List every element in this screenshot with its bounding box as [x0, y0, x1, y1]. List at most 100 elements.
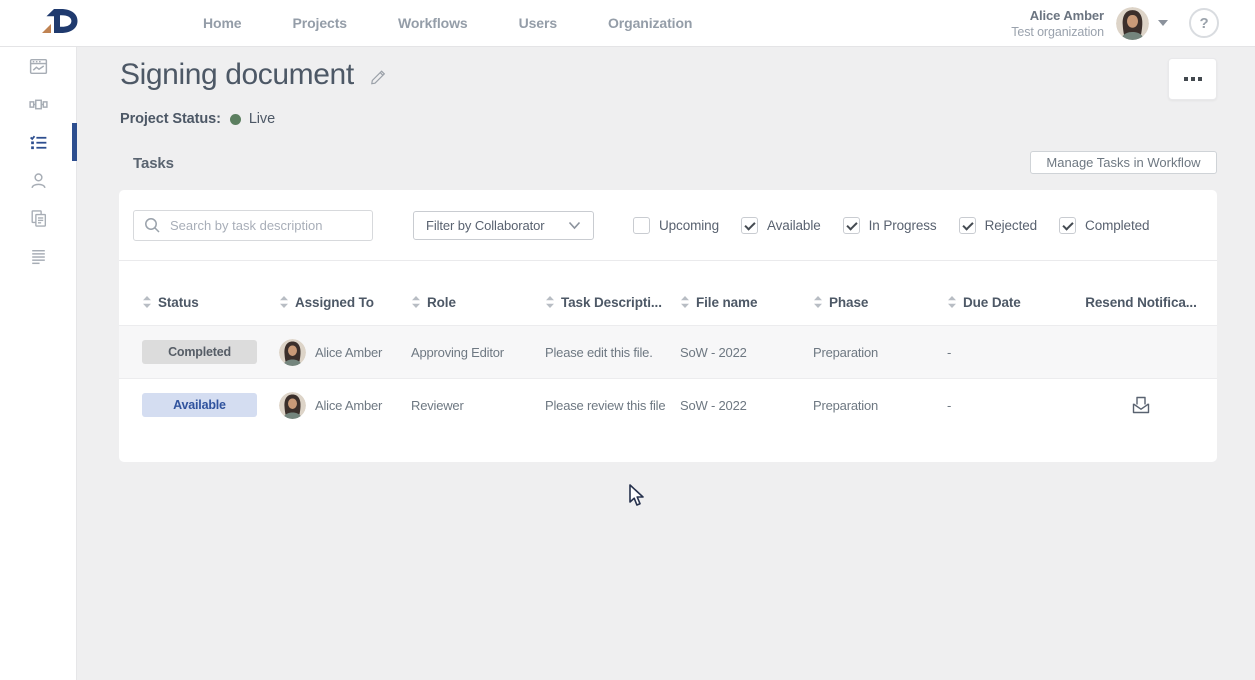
manage-tasks-button[interactable]: Manage Tasks in Workflow — [1030, 151, 1217, 174]
edit-title-icon[interactable] — [369, 68, 387, 86]
file-name-cell: SoW - 2022 — [665, 326, 800, 378]
top-bar: Home Projects Workflows Users Organization A… — [0, 0, 1255, 47]
sidebar-item-documents[interactable] — [0, 199, 76, 237]
project-status-row: Project Status: Live — [120, 111, 275, 127]
nav-item-home[interactable]: Home — [203, 15, 242, 31]
logo-icon — [34, 6, 86, 40]
page-title-row: Signing document — [120, 58, 387, 92]
filter-checkbox-completed[interactable]: Completed — [1059, 217, 1149, 234]
sidebar-item-users[interactable] — [0, 161, 76, 199]
column-header-label: Resend Notifica... — [1085, 295, 1196, 310]
task-description-cell: Please edit this file. — [530, 326, 665, 378]
filter-checkbox-rejected[interactable]: Rejected — [959, 217, 1037, 234]
resend-notification-icon[interactable] — [1130, 394, 1152, 416]
phase-cell: Preparation — [800, 379, 932, 431]
user-name: Alice Amber — [1011, 8, 1104, 23]
chevron-down-icon[interactable] — [1158, 20, 1168, 26]
sidebar-item-logs[interactable] — [0, 237, 76, 275]
sort-icon[interactable] — [947, 295, 957, 309]
due-date-cell: - — [932, 326, 1065, 378]
filter-checkbox-available[interactable]: Available — [741, 217, 821, 234]
filter-checkbox-label: In Progress — [869, 218, 937, 233]
filter-checkbox-label: Available — [767, 218, 821, 233]
list-icon — [28, 246, 49, 267]
mouse-cursor — [624, 483, 646, 512]
checkbox-checked-icon[interactable] — [959, 217, 976, 234]
column-header-phase[interactable]: Phase — [800, 295, 932, 310]
chevron-down-icon — [568, 221, 581, 230]
status-dot-icon — [230, 114, 241, 125]
status-cell: Completed — [119, 326, 265, 378]
workflow-icon — [28, 94, 49, 115]
column-header-label: Status — [158, 295, 199, 310]
task-search-input[interactable] — [168, 217, 362, 234]
nav-item-users[interactable]: Users — [519, 15, 557, 31]
assigned-to-cell: Alice Amber — [265, 326, 400, 378]
filter-row: Filter by Collaborator Upcoming Available… — [119, 190, 1217, 261]
column-header-status[interactable]: Status — [119, 295, 265, 310]
top-nav: Home Projects Workflows Users Organization — [203, 15, 692, 31]
assignee-name: Alice Amber — [315, 398, 382, 413]
checkbox-unchecked-icon[interactable] — [633, 217, 650, 234]
table-row: Completed Alice Amber Approving EditorPlea… — [119, 325, 1217, 378]
user-area: Alice Amber Test organization ? — [1011, 7, 1219, 40]
resend-notification-cell — [1065, 326, 1217, 378]
checkbox-checked-icon[interactable] — [843, 217, 860, 234]
assigned-to-cell: Alice Amber — [265, 379, 400, 431]
sidebar-item-workflows[interactable] — [0, 85, 76, 123]
status-badge: Completed — [142, 340, 257, 364]
phase-cell: Preparation — [800, 326, 932, 378]
column-header-label: Assigned To — [295, 295, 374, 310]
more-options-button[interactable] — [1168, 58, 1217, 100]
filter-checkbox-label: Rejected — [985, 218, 1037, 233]
app-logo[interactable] — [34, 6, 86, 40]
sort-icon[interactable] — [411, 295, 421, 309]
help-button[interactable]: ? — [1189, 8, 1219, 38]
search-box — [133, 210, 373, 241]
project-status-label: Project Status: — [120, 111, 221, 127]
user-icon — [28, 170, 49, 191]
sort-icon[interactable] — [680, 295, 690, 309]
filter-checkbox-in-progress[interactable]: In Progress — [843, 217, 937, 234]
column-header-role[interactable]: Role — [400, 295, 530, 310]
column-header-due-date[interactable]: Due Date — [932, 295, 1065, 310]
checkbox-checked-icon[interactable] — [741, 217, 758, 234]
collaborator-filter-label: Filter by Collaborator — [426, 218, 544, 233]
sort-icon[interactable] — [545, 295, 555, 309]
nav-item-organization[interactable]: Organization — [608, 15, 692, 31]
page-title: Signing document — [120, 58, 354, 92]
collaborator-filter-dropdown[interactable]: Filter by Collaborator — [413, 211, 594, 240]
assignee-name: Alice Amber — [315, 345, 382, 360]
user-organization: Test organization — [1011, 25, 1104, 39]
filter-checkbox-label: Completed — [1085, 218, 1149, 233]
assignee-avatar — [279, 339, 306, 366]
dashboard-icon — [28, 56, 49, 77]
column-header-resend-notifica: Resend Notifica... — [1065, 295, 1217, 310]
column-header-label: Role — [427, 295, 456, 310]
sidebar-item-tasks[interactable] — [0, 123, 76, 161]
sort-icon[interactable] — [142, 295, 152, 309]
table-header-row: Status Assigned To Role Task Descripti...Fi… — [119, 261, 1217, 325]
file-name-cell: SoW - 2022 — [665, 379, 800, 431]
nav-item-workflows[interactable]: Workflows — [398, 15, 468, 31]
column-header-task-descripti[interactable]: Task Descripti... — [530, 295, 665, 310]
user-info[interactable]: Alice Amber Test organization — [1011, 8, 1104, 39]
table-row: Available Alice Amber ReviewerPlease revie… — [119, 378, 1217, 431]
filter-checkbox-upcoming[interactable]: Upcoming — [633, 217, 719, 234]
role-cell: Reviewer — [400, 379, 530, 431]
column-header-assigned-to[interactable]: Assigned To — [265, 295, 400, 310]
user-avatar[interactable] — [1116, 7, 1149, 40]
column-header-label: Task Descripti... — [561, 295, 662, 310]
sort-icon[interactable] — [813, 295, 823, 309]
column-header-label: Phase — [829, 295, 868, 310]
role-cell: Approving Editor — [400, 326, 530, 378]
tasks-icon — [28, 132, 49, 153]
checkbox-checked-icon[interactable] — [1059, 217, 1076, 234]
task-description-cell: Please review this file — [530, 379, 665, 431]
project-status-value: Live — [249, 111, 275, 127]
sort-icon[interactable] — [279, 295, 289, 309]
status-cell: Available — [119, 379, 265, 431]
sidebar-item-dashboard[interactable] — [0, 47, 76, 85]
column-header-file-name[interactable]: File name — [665, 295, 800, 310]
nav-item-projects[interactable]: Projects — [293, 15, 347, 31]
